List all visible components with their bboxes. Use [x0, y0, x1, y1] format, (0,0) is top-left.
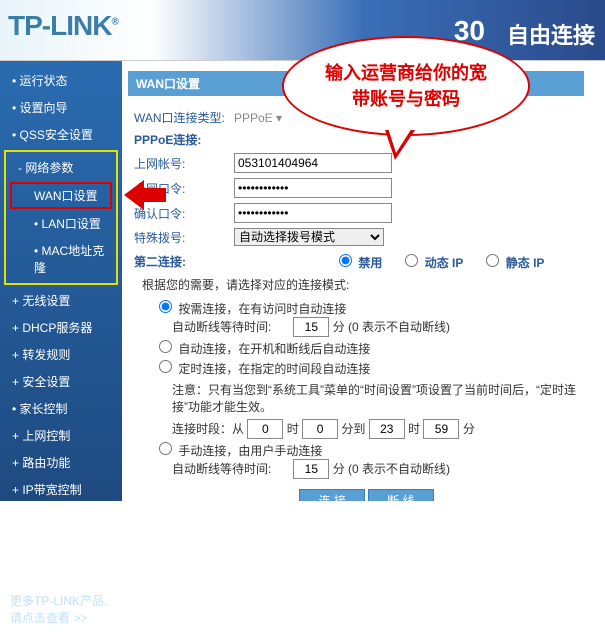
need-label: 根据您的需要，请选择对应的连接模式:: [142, 276, 599, 293]
time-to-hour[interactable]: [369, 419, 405, 439]
disconnect-button[interactable]: 断 线: [368, 489, 433, 501]
radio-on-demand[interactable]: 按需连接，在有访问时自动连接: [154, 302, 346, 316]
username-input[interactable]: [234, 153, 392, 173]
sidebar-item-lan[interactable]: LAN口设置: [8, 210, 114, 237]
sidebar-item-ipmac[interactable]: IP与MAC绑定: [0, 503, 122, 530]
password-input[interactable]: [234, 178, 392, 198]
radio-disable[interactable]: 禁用: [334, 251, 382, 271]
banner-slogan: 自由连接: [507, 18, 595, 50]
manual-wait-unit: 分 (0 表示不自动断线): [333, 462, 450, 476]
sidebar-item-status[interactable]: 运行状态: [0, 67, 122, 94]
sidebar-item-systools[interactable]: 系统工具: [0, 557, 122, 584]
connect-button[interactable]: 连 接: [299, 489, 364, 501]
sidebar-item-route[interactable]: 路由功能: [0, 449, 122, 476]
sidebar-item-parental[interactable]: 家长控制: [0, 395, 122, 422]
sidebar-item-dhcp[interactable]: DHCP服务器: [0, 314, 122, 341]
logo: TP-LINK®: [8, 10, 118, 42]
sidebar-item-forward[interactable]: 转发规则: [0, 341, 122, 368]
radio-dynamic[interactable]: 动态 IP: [400, 251, 463, 271]
sidebar-item-network[interactable]: 网络参数: [8, 154, 114, 181]
sidebar-item-wireless[interactable]: 无线设置: [0, 287, 122, 314]
special-select[interactable]: 自动选择拨号模式: [234, 228, 384, 246]
auto-wait-label: 自动断线等待时间:: [172, 318, 290, 335]
radio-manual[interactable]: 手动连接，由用户手动连接: [154, 444, 322, 458]
top-banner: TP-LINK® 30 自由连接: [0, 0, 605, 61]
username-label: 上网帐号:: [134, 155, 234, 172]
sidebar-item-bandwidth[interactable]: IP带宽控制: [0, 476, 122, 503]
sidebar-more[interactable]: 更多TP-LINK产品,请点击查看 >>: [0, 584, 122, 634]
manual-wait-input[interactable]: [293, 459, 329, 479]
sidebar: 运行状态 设置向导 QSS安全设置 网络参数 WAN口设置 LAN口设置 MAC…: [0, 61, 122, 501]
confirm-input[interactable]: [234, 203, 392, 223]
manual-wait-label: 自动断线等待时间:: [172, 460, 290, 477]
sidebar-item-qss[interactable]: QSS安全设置: [0, 121, 122, 148]
conn-type-label: WAN口连接类型:: [134, 109, 234, 126]
sidebar-item-access[interactable]: 上网控制: [0, 422, 122, 449]
sidebar-item-wizard[interactable]: 设置向导: [0, 94, 122, 121]
sidebar-item-wan[interactable]: WAN口设置: [10, 182, 112, 209]
annotation-arrow-icon: [124, 175, 166, 215]
radio-auto-conn[interactable]: 自动连接，在开机和断线后自动连接: [154, 342, 370, 356]
time-from-hour[interactable]: [247, 419, 283, 439]
pppoe-label: PPPoE连接:: [134, 131, 234, 148]
sidebar-item-ddns[interactable]: 动态DNS: [0, 530, 122, 557]
radio-timed-conn[interactable]: 定时连接，在指定的时间段自动连接: [154, 362, 370, 376]
annotation-bubble: 输入运营商给你的宽带账号与密码: [282, 36, 530, 136]
special-label: 特殊拨号:: [134, 229, 234, 246]
sidebar-item-security[interactable]: 安全设置: [0, 368, 122, 395]
time-range-row: 连接时段：从 时 分到 时 分: [172, 419, 599, 439]
auto-wait-input[interactable]: [293, 317, 329, 337]
sidebar-highlight-box: 网络参数 WAN口设置 LAN口设置 MAC地址克隆: [4, 150, 118, 285]
time-to-min[interactable]: [423, 419, 459, 439]
conn-type-select[interactable]: PPPoE ▾: [234, 111, 282, 125]
timed-note: 注意：只有当您到“系统工具”菜单的“时间设置”项设置了当前时间后，“定时连接”功…: [172, 381, 599, 415]
auto-wait-unit: 分 (0 表示不自动断线): [333, 320, 450, 334]
sidebar-item-mac[interactable]: MAC地址克隆: [8, 237, 114, 281]
second-conn-label: 第二连接:: [134, 253, 234, 270]
radio-static[interactable]: 静态 IP: [481, 251, 544, 271]
time-from-min[interactable]: [302, 419, 338, 439]
